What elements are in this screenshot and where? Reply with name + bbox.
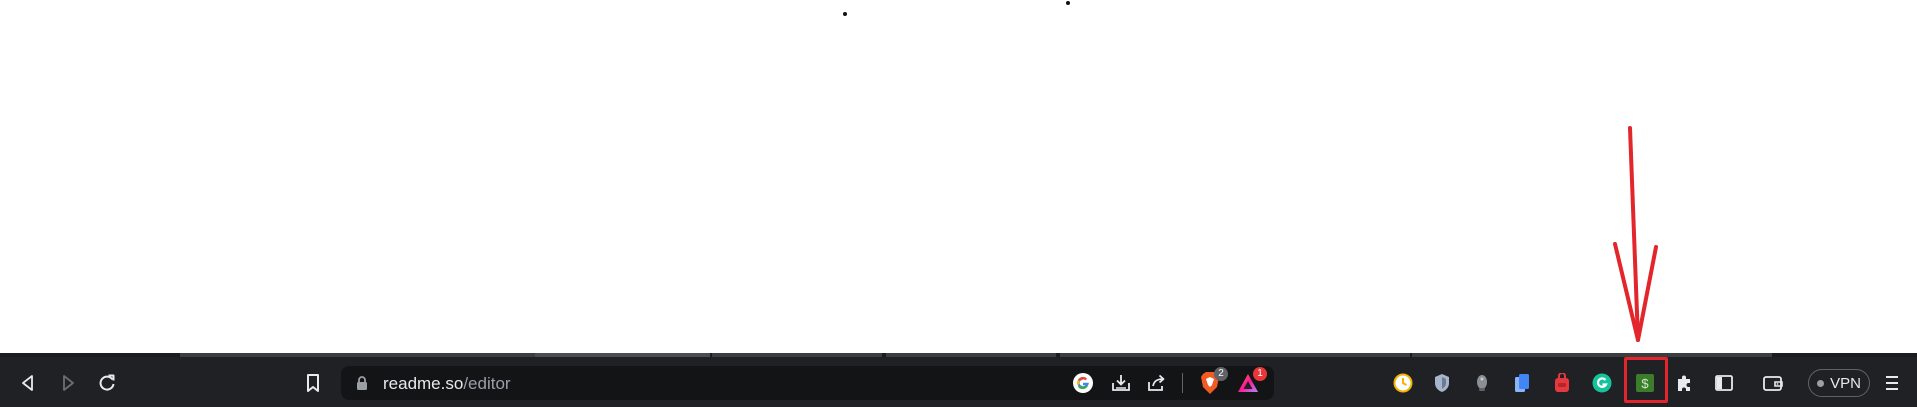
main-menu-button[interactable] [1876, 367, 1908, 399]
grammarly-icon [1592, 373, 1612, 393]
forward-button[interactable] [52, 367, 84, 399]
menu-icon [1886, 376, 1898, 390]
bookmark-button[interactable] [297, 367, 329, 399]
grammarly-button[interactable] [1586, 367, 1618, 399]
annotation-highlight-box [1624, 357, 1668, 403]
bookmark-icon [307, 374, 319, 392]
backpack-extension-button[interactable] [1546, 367, 1578, 399]
vpn-button[interactable]: VPN [1808, 369, 1870, 397]
tab-segment[interactable] [1060, 353, 1410, 357]
omnibox-separator [1182, 373, 1183, 393]
lock-icon [357, 376, 367, 390]
tab-segment[interactable] [1412, 353, 1772, 357]
install-app-button[interactable] [1105, 367, 1137, 399]
address-bar[interactable]: readme.so/editor 2 1 [341, 366, 1274, 400]
clock-extension-button[interactable] [1387, 367, 1419, 399]
reload-icon [99, 374, 115, 391]
docs-extension-button[interactable] [1506, 367, 1538, 399]
wallet-icon [1763, 376, 1783, 391]
shields-count-badge: 2 [1214, 367, 1228, 381]
reload-button[interactable] [91, 367, 123, 399]
page-dot-right [1066, 1, 1070, 5]
sidebar-toggle-button[interactable] [1708, 367, 1740, 399]
url-path: /editor [463, 374, 511, 393]
share-icon [1148, 374, 1165, 391]
extensions-button[interactable] [1668, 367, 1700, 399]
install-icon [1112, 375, 1130, 391]
bell-extension-icon [1477, 375, 1487, 391]
tab-segment[interactable] [712, 353, 882, 357]
url-text[interactable]: readme.so/editor [383, 374, 511, 394]
google-icon [1073, 373, 1093, 393]
web-page-content [0, 0, 1917, 353]
bell-extension-button[interactable] [1466, 367, 1498, 399]
back-button[interactable] [12, 367, 44, 399]
back-icon [22, 375, 33, 391]
sidebar-icon [1715, 375, 1733, 391]
clock-extension-icon [1393, 373, 1413, 393]
page-dot-left [843, 12, 847, 16]
docs-extension-icon [1515, 374, 1529, 392]
vpn-label: VPN [1830, 374, 1861, 392]
google-lens-button[interactable] [1067, 367, 1099, 399]
backpack-extension-icon [1555, 373, 1569, 392]
brave-shields-button[interactable]: 2 [1194, 367, 1228, 399]
tab-segment[interactable] [886, 353, 1056, 357]
shield-extension-icon [1435, 374, 1449, 392]
share-button[interactable] [1141, 367, 1173, 399]
vpn-status-dot [1817, 379, 1825, 387]
extensions-puzzle-icon [1678, 375, 1690, 391]
shield-extension-button[interactable] [1426, 367, 1458, 399]
tab-segment-active[interactable] [535, 353, 710, 357]
wallet-button[interactable] [1757, 367, 1789, 399]
brave-rewards-button[interactable]: 1 [1232, 367, 1267, 399]
rewards-count-badge: 1 [1253, 367, 1267, 381]
tab-segment[interactable] [180, 353, 535, 357]
forward-icon [63, 375, 74, 391]
url-domain: readme.so [383, 374, 464, 393]
